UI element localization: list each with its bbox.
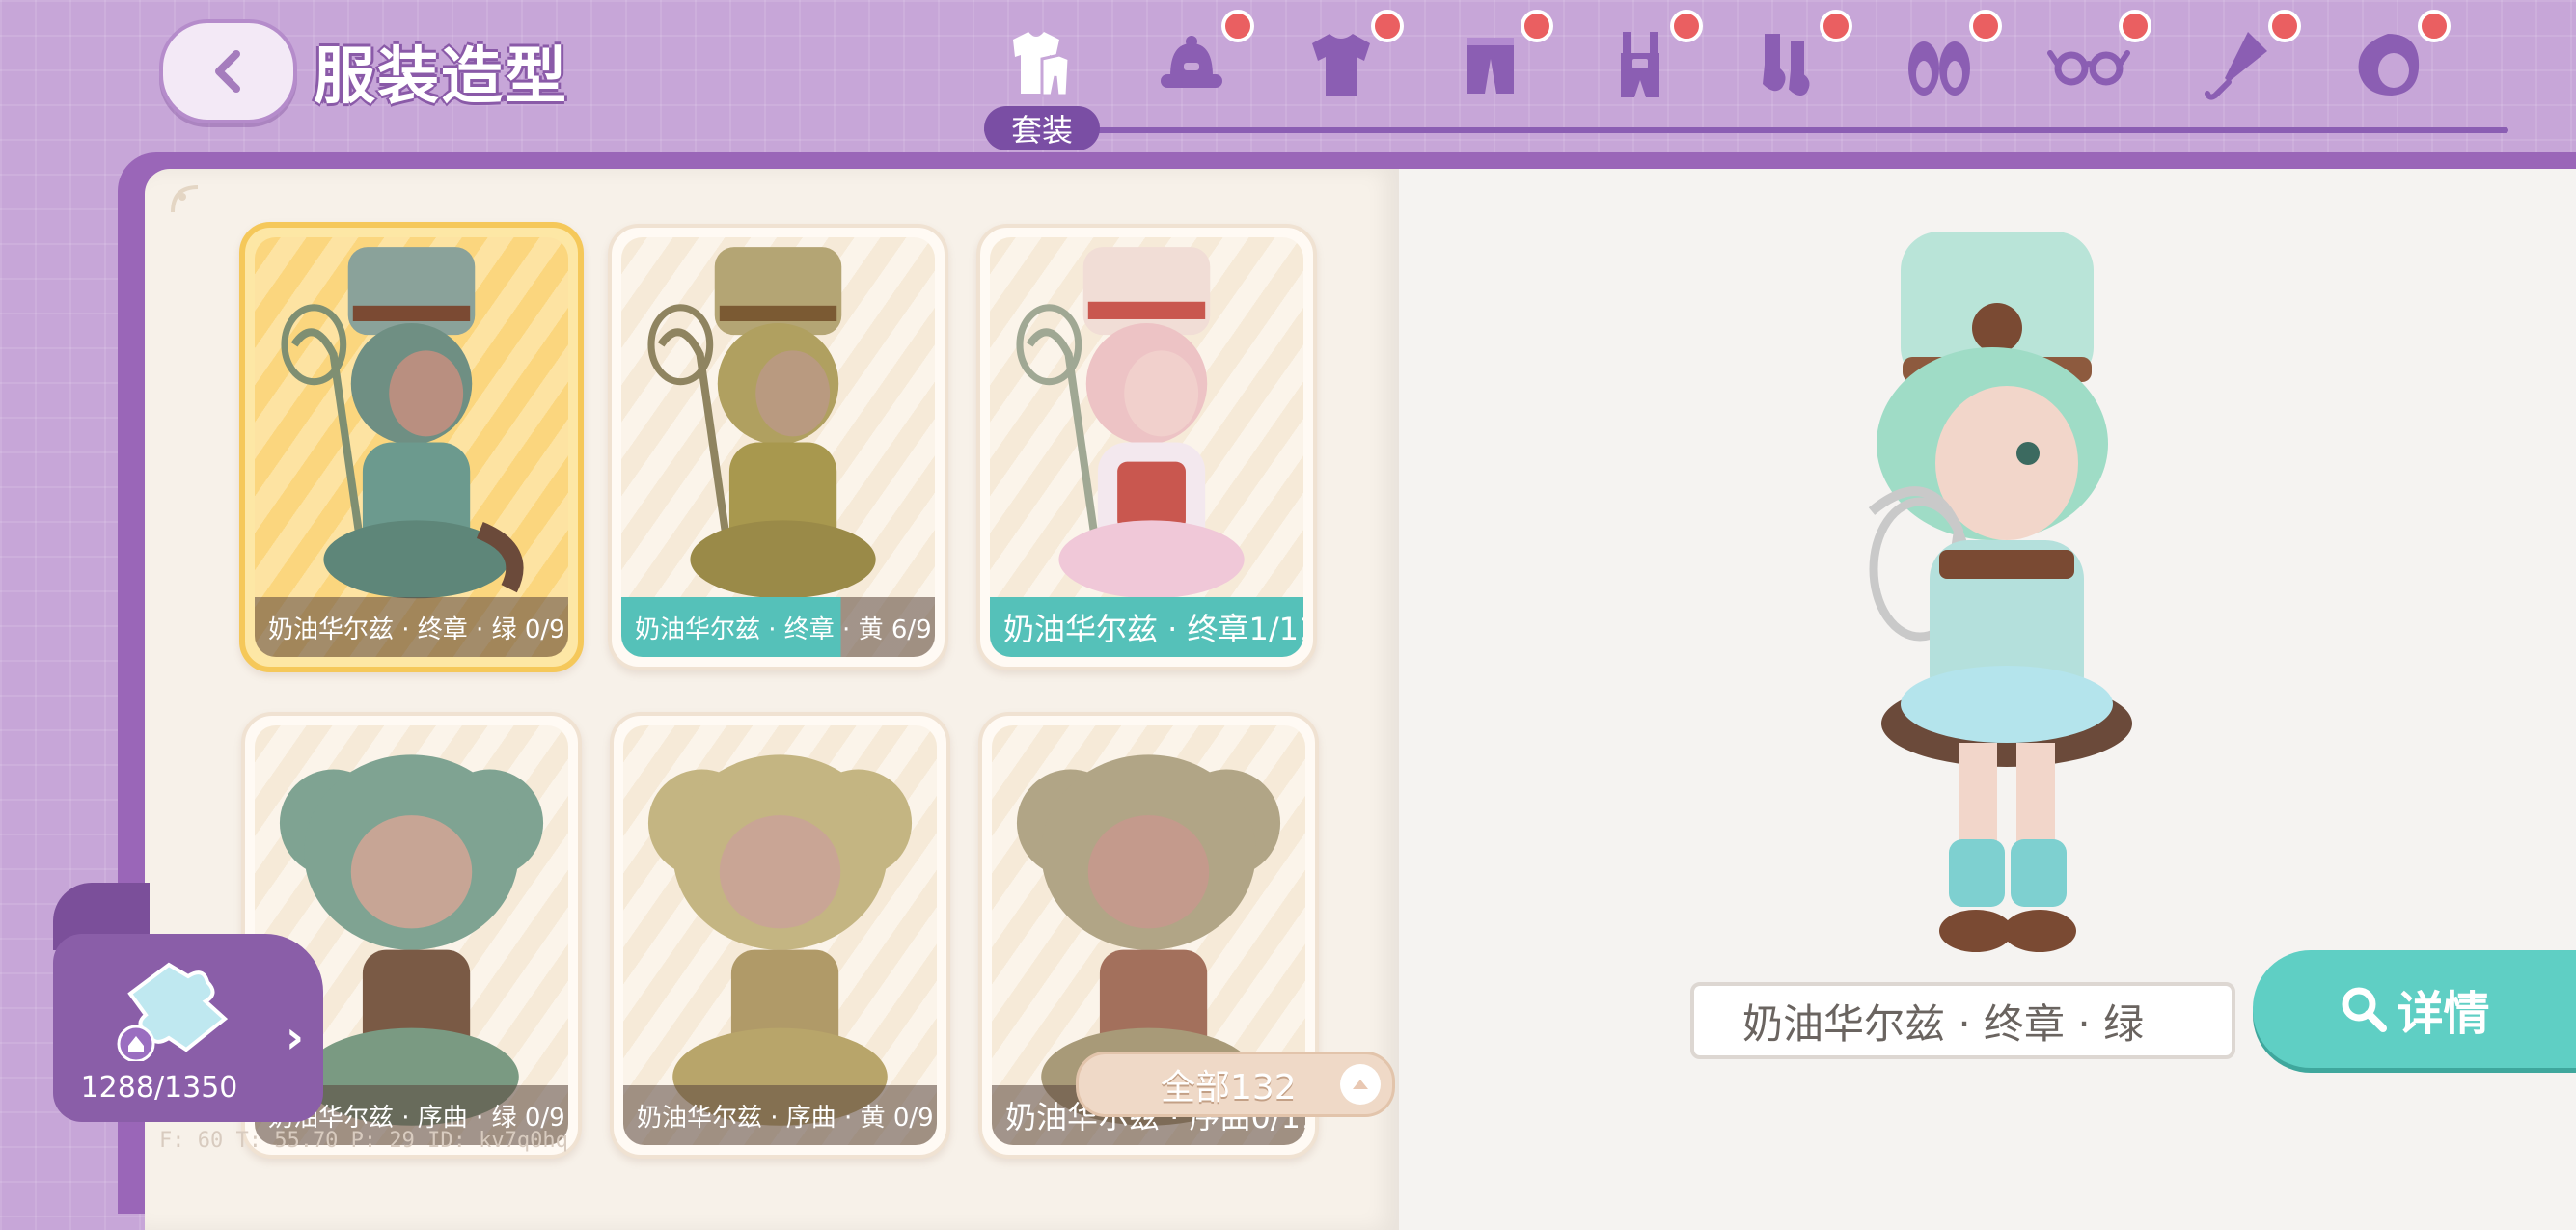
outfit-card[interactable]: 奶油华尔兹 · 终章1/11: [976, 224, 1317, 670]
hat-icon: [1161, 36, 1222, 88]
collection-count: 1288/1350: [80, 1071, 238, 1105]
new-badge: [1670, 10, 1703, 42]
new-badge: [2418, 10, 2451, 42]
back-button[interactable]: [159, 19, 297, 123]
tab-hair[interactable]: [2335, 10, 2451, 108]
socks-icon: [1763, 34, 1812, 98]
new-badge: [2268, 10, 2301, 42]
outfit-card[interactable]: 奶油华尔兹 · 终章 · 黄 6/9: [608, 224, 948, 670]
filter-label: 全部132: [1161, 1068, 1297, 1107]
detail-button[interactable]: 详情: [2253, 950, 2576, 1068]
character-preview: [1868, 232, 2132, 952]
new-badge: [1820, 10, 1852, 42]
outfit-name-field[interactable]: 奶油华尔兹 · 终章 · 绿: [1690, 982, 2235, 1059]
outfit-name: 奶油华尔兹 · 序曲 · 黄 0/9: [623, 1085, 937, 1145]
new-badge: [1371, 10, 1404, 42]
detail-label: 详情: [2397, 987, 2490, 1041]
pants-icon: [1467, 38, 1514, 94]
puzzle-piece-icon: [117, 962, 229, 1061]
page-title: 服装造型: [314, 41, 568, 113]
outfit-card[interactable]: 奶油华尔兹 · 序曲 · 黄 0/9: [610, 712, 950, 1159]
doll-figure-icon: [281, 247, 524, 599]
chevron-right-icon: ›: [286, 1011, 304, 1063]
search-icon: [2342, 987, 2388, 1032]
umbrella-icon: [2205, 32, 2267, 100]
tab-umbrella[interactable]: [2185, 10, 2301, 108]
suit-icon: [1013, 32, 1071, 97]
hair-icon: [2358, 34, 2420, 96]
tab-shoes[interactable]: [1886, 10, 2002, 108]
tab-pants[interactable]: [1438, 10, 1553, 108]
category-tabs: 套装: [984, 0, 2508, 154]
shoes-icon: [1908, 41, 1970, 96]
outfit-thumbnail: [255, 237, 568, 657]
new-badge: [1969, 10, 2002, 42]
debug-overlay: F: 60 T: 55.70 P: 29 ID: kv7q0hq: [159, 1129, 568, 1153]
new-badge: [1221, 10, 1254, 42]
new-badge: [2119, 10, 2151, 42]
outfit-name: 奶油华尔兹 · 终章1/11: [990, 597, 1303, 657]
shirt-icon: [1312, 34, 1370, 96]
doll-figure-icon: [647, 754, 913, 1126]
collection-progress-button[interactable]: 1288/1350 ›: [53, 934, 323, 1122]
tab-suit-label: 套装: [984, 106, 1100, 150]
glasses-icon: [2047, 50, 2130, 86]
outfit-thumbnail: [621, 237, 935, 657]
tab-socks[interactable]: [1737, 10, 1852, 108]
corner-ornament-icon: [171, 185, 199, 213]
tab-glasses[interactable]: [2036, 10, 2151, 108]
tab-overalls[interactable]: [1587, 10, 1703, 108]
outfit-name: 奶油华尔兹 · 终章 · 绿 0/9: [255, 597, 568, 657]
chevron-left-icon: [214, 50, 240, 93]
tab-suit[interactable]: [989, 21, 1095, 108]
doll-figure-icon: [1016, 247, 1245, 599]
filter-dropdown[interactable]: 全部132: [1076, 1052, 1395, 1117]
outfit-thumbnail: [990, 237, 1303, 657]
tab-hat[interactable]: [1138, 10, 1254, 108]
outfit-thumbnail: [623, 725, 937, 1145]
tab-underline: [984, 127, 2508, 133]
outfit-card[interactable]: 奶油华尔兹 · 终章 · 绿 0/9: [239, 222, 584, 672]
overalls-icon: [1621, 32, 1659, 97]
doll-figure-icon: [647, 247, 876, 599]
outfit-name: 奶油华尔兹 · 终章 · 黄 6/9: [621, 597, 935, 657]
new-badge: [1521, 10, 1553, 42]
chevron-up-icon: [1340, 1064, 1381, 1105]
tab-shirt[interactable]: [1288, 10, 1404, 108]
